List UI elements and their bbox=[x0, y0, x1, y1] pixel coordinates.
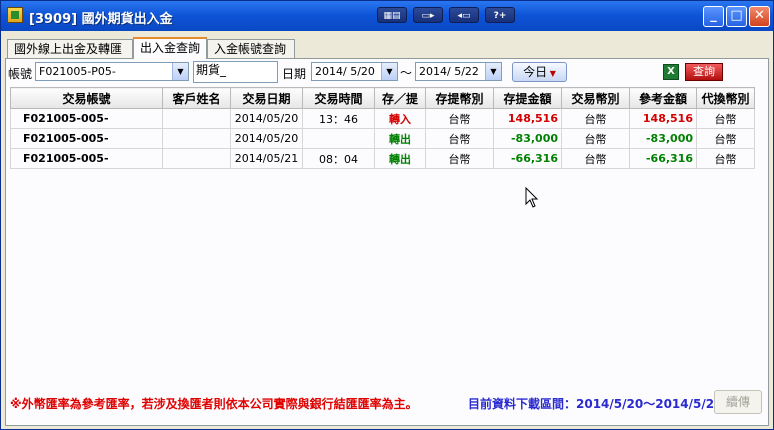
continue-button[interactable]: 續傳 bbox=[714, 390, 762, 414]
date-label: 日期 bbox=[282, 67, 307, 81]
cell-reference-amount: -83,000 bbox=[629, 128, 697, 149]
col-header-reference-amount[interactable]: 參考金額 bbox=[629, 87, 697, 109]
col-header-trade-time[interactable]: 交易時間 bbox=[302, 87, 375, 109]
cell-trade-date: 2014/05/21 bbox=[230, 148, 303, 169]
help-icon[interactable]: ?+ bbox=[485, 7, 515, 23]
date-to-value: 2014/ 5/22 bbox=[419, 65, 479, 78]
chevron-down-icon[interactable]: ▼ bbox=[485, 63, 501, 80]
cell-exchange-currency: 台幣 bbox=[696, 128, 755, 149]
transactions-table: 交易帳號 客戶姓名 交易日期 交易時間 存／提 存提幣別 存提金額 交易幣別 參… bbox=[10, 87, 755, 169]
cell-currency: 台幣 bbox=[425, 148, 494, 169]
window-resize-icon[interactable]: ▭▸ bbox=[413, 7, 443, 23]
cell-trade-date: 2014/05/20 bbox=[230, 128, 303, 149]
title-bar[interactable]: [3909] 國外期貨出入金 ▦▤ ▭▸ ◂▭ ?+ _ □ ✕ bbox=[1, 1, 773, 31]
cell-trade-time bbox=[302, 128, 375, 149]
col-header-currency[interactable]: 存提幣別 bbox=[425, 87, 494, 109]
layout-grid-icon[interactable]: ▦▤ bbox=[377, 7, 407, 23]
cell-trade-time: 08：04 bbox=[302, 148, 375, 169]
cell-currency: 台幣 bbox=[425, 108, 494, 129]
maximize-button[interactable]: □ bbox=[726, 6, 747, 27]
account-label: 帳號 bbox=[8, 67, 33, 81]
cell-account: F021005-005- bbox=[10, 108, 163, 129]
mouse-pointer-icon bbox=[525, 187, 539, 208]
cell-amount: 148,516 bbox=[493, 108, 562, 129]
cell-reference-amount: 148,516 bbox=[629, 108, 697, 129]
col-header-amount[interactable]: 存提金額 bbox=[493, 87, 562, 109]
query-button[interactable]: 查詢 bbox=[685, 63, 723, 81]
col-header-account[interactable]: 交易帳號 bbox=[10, 87, 163, 109]
account-value: F021005-P05- bbox=[39, 65, 116, 78]
cell-direction: 轉出 bbox=[374, 128, 426, 149]
cell-trade-currency: 台幣 bbox=[561, 148, 630, 169]
app-window: [3909] 國外期貨出入金 ▦▤ ▭▸ ◂▭ ?+ _ □ ✕ 國外線上出金及… bbox=[0, 0, 774, 430]
caret-down-icon: ▼ bbox=[547, 69, 556, 78]
today-button[interactable]: 今日 ▼ bbox=[512, 62, 567, 82]
cell-direction: 轉出 bbox=[374, 148, 426, 169]
cell-account: F021005-005- bbox=[10, 148, 163, 169]
chevron-down-icon[interactable]: ▼ bbox=[381, 63, 397, 80]
exchange-rate-note: ※外幣匯率為參考匯率，若涉及換匯者則依本公司實際與銀行結匯匯率為主。 bbox=[10, 397, 418, 411]
today-label: 今日 bbox=[523, 65, 548, 79]
query-panel: 帳號 F021005-P05- ▼ 期貨_ 日期 2014/ 5/20 ▼ ～ … bbox=[5, 58, 769, 426]
cell-account: F021005-005- bbox=[10, 128, 163, 149]
download-range: 目前資料下載區間：2014/5/20～2014/5/22 bbox=[468, 397, 723, 411]
date-from-value: 2014/ 5/20 bbox=[315, 65, 375, 78]
close-button[interactable]: ✕ bbox=[749, 6, 770, 27]
cell-trade-date: 2014/05/20 bbox=[230, 108, 303, 129]
minimize-button[interactable]: _ bbox=[703, 6, 724, 27]
window-pin-icon[interactable]: ◂▭ bbox=[449, 7, 479, 23]
excel-icon[interactable]: X bbox=[663, 64, 679, 80]
cell-trade-currency: 台幣 bbox=[561, 108, 630, 129]
type-input[interactable]: 期貨_ bbox=[193, 61, 278, 83]
tab-account-query[interactable]: 入金帳號查詢 bbox=[207, 39, 295, 58]
cell-reference-amount: -66,316 bbox=[629, 148, 697, 169]
date-separator: ～ bbox=[400, 66, 413, 80]
col-header-customer[interactable]: 客戶姓名 bbox=[162, 87, 231, 109]
date-from-picker[interactable]: 2014/ 5/20 ▼ bbox=[311, 62, 398, 81]
cell-customer bbox=[162, 148, 231, 169]
date-to-picker[interactable]: 2014/ 5/22 ▼ bbox=[415, 62, 502, 81]
cell-exchange-currency: 台幣 bbox=[696, 148, 755, 169]
cell-amount: -83,000 bbox=[493, 128, 562, 149]
cell-direction: 轉入 bbox=[374, 108, 426, 129]
col-header-trade-date[interactable]: 交易日期 bbox=[230, 87, 303, 109]
cell-trade-time: 13：46 bbox=[302, 108, 375, 129]
col-header-exchange-currency[interactable]: 代換幣別 bbox=[696, 87, 755, 109]
account-select[interactable]: F021005-P05- ▼ bbox=[35, 62, 189, 81]
cell-customer bbox=[162, 108, 231, 129]
cell-exchange-currency: 台幣 bbox=[696, 108, 755, 129]
tab-deposit-query[interactable]: 出入金查詢 bbox=[133, 37, 207, 59]
cell-amount: -66,316 bbox=[493, 148, 562, 169]
table-row[interactable]: F021005-005- 2014/05/21 08：04 轉出 台幣 -66,… bbox=[10, 148, 755, 169]
cell-trade-currency: 台幣 bbox=[561, 128, 630, 149]
table-row[interactable]: F021005-005- 2014/05/20 13：46 轉入 台幣 148,… bbox=[10, 108, 755, 129]
tab-online-withdrawal[interactable]: 國外線上出金及轉匯 bbox=[7, 39, 133, 58]
col-header-direction[interactable]: 存／提 bbox=[374, 87, 426, 109]
col-header-trade-currency[interactable]: 交易幣別 bbox=[561, 87, 630, 109]
window-title: [3909] 國外期貨出入金 bbox=[29, 12, 173, 27]
app-icon bbox=[7, 7, 23, 23]
chevron-down-icon[interactable]: ▼ bbox=[172, 63, 188, 80]
cell-customer bbox=[162, 128, 231, 149]
table-row[interactable]: F021005-005- 2014/05/20 轉出 台幣 -83,000 台幣… bbox=[10, 128, 755, 149]
table-header-row: 交易帳號 客戶姓名 交易日期 交易時間 存／提 存提幣別 存提金額 交易幣別 參… bbox=[10, 87, 755, 109]
cell-currency: 台幣 bbox=[425, 128, 494, 149]
